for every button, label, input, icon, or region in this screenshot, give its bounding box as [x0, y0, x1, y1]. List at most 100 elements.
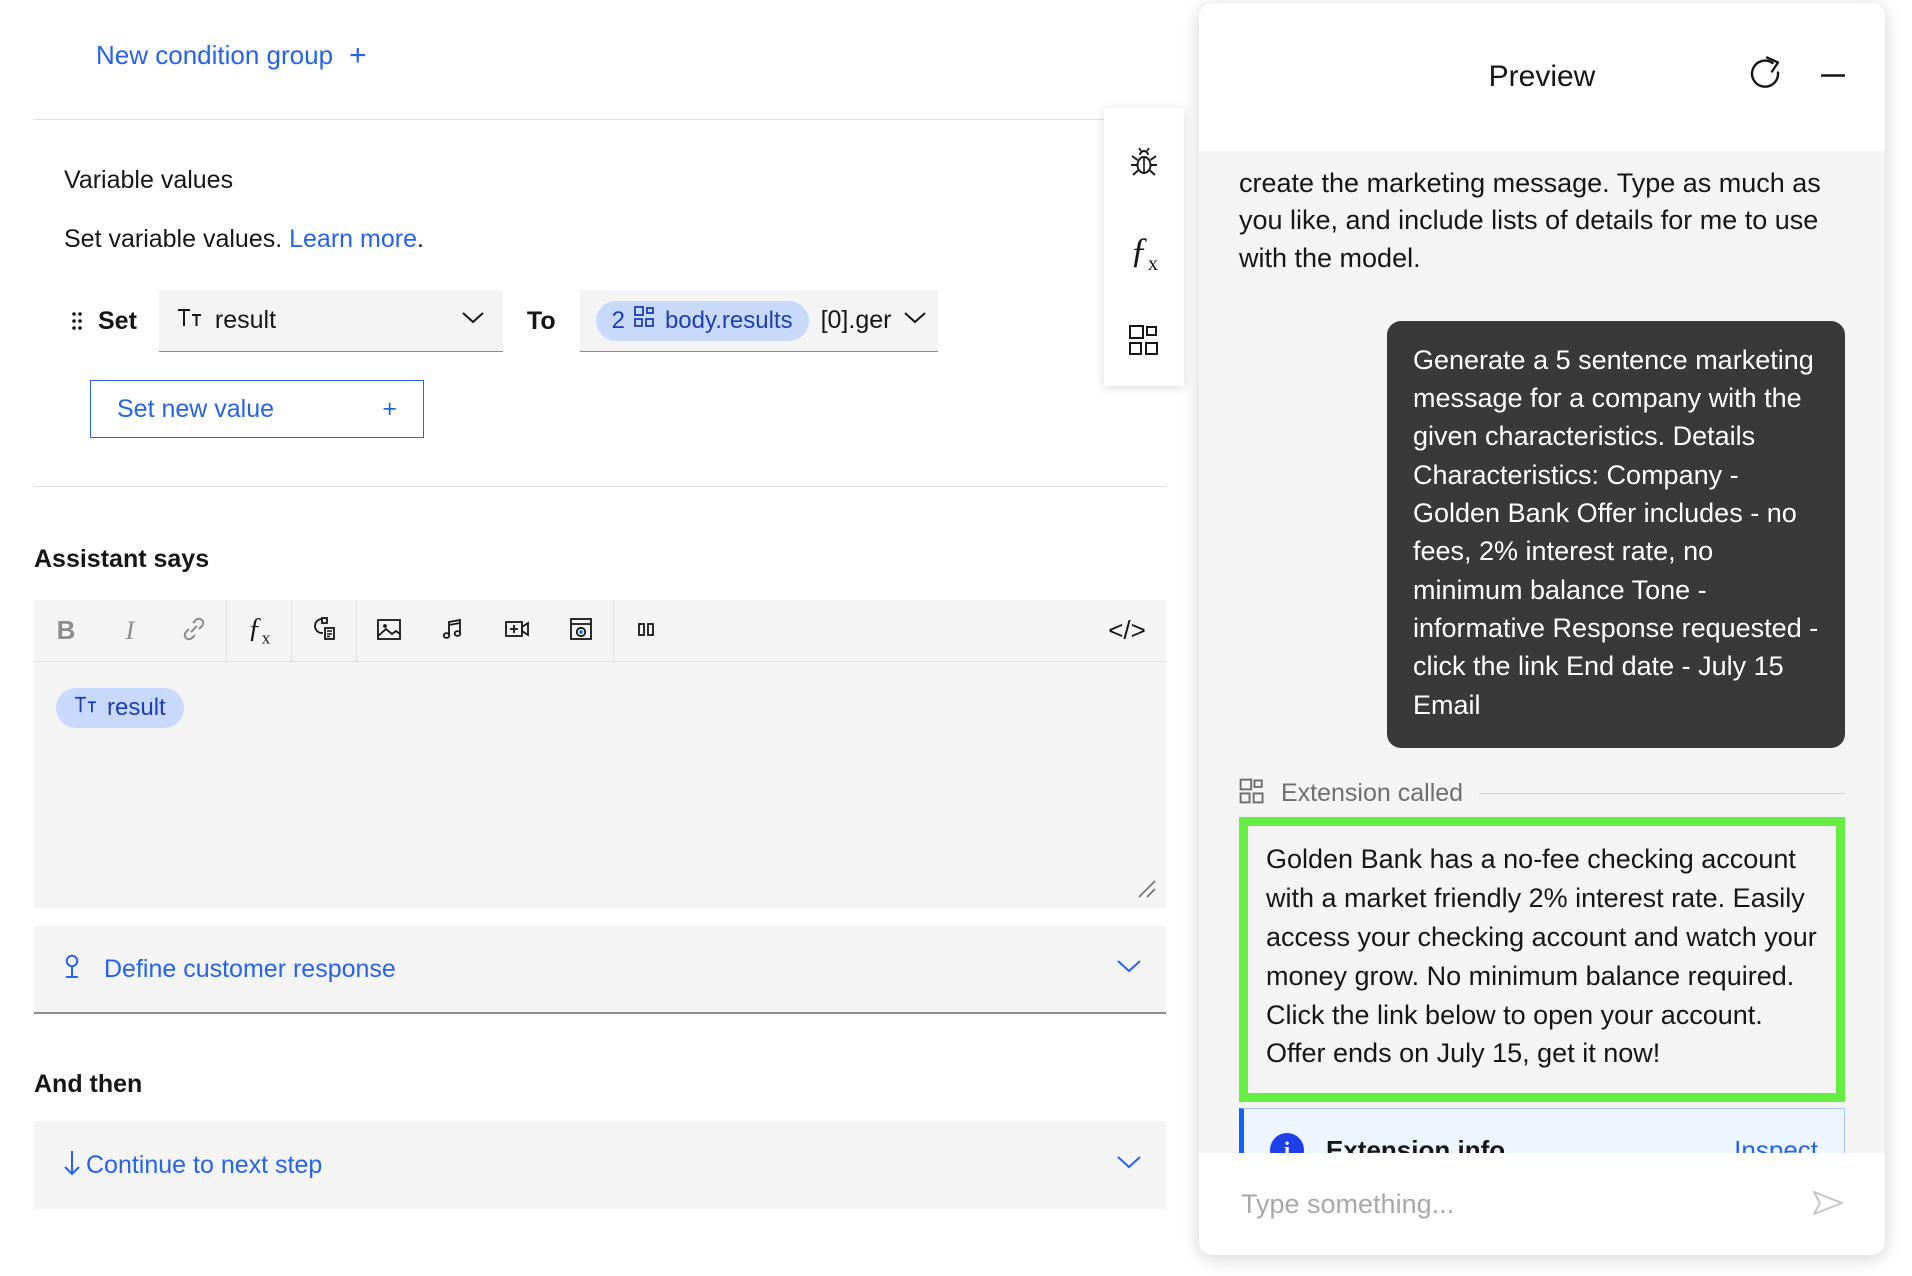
variable-select-value: result [214, 306, 277, 334]
define-customer-response-label: Define customer response [104, 954, 396, 983]
step-editor-pane: New condition group + Variable values Se… [0, 0, 1200, 1276]
assistant-says-section: Assistant says B I ƒx </> result Define … [34, 545, 1166, 1209]
learn-more-link[interactable]: Learn more [289, 225, 417, 253]
pause-button[interactable] [614, 600, 678, 662]
image-icon [375, 615, 403, 646]
variable-value-field[interactable]: 2 body.results [0].ger [579, 290, 938, 352]
video-icon [503, 615, 531, 646]
audio-icon [439, 615, 467, 646]
set-new-value-label: Set new value [117, 394, 275, 423]
period-text: . [416, 225, 424, 253]
value-chevron-down-icon[interactable] [903, 311, 927, 330]
insert-audio-button[interactable] [421, 600, 485, 662]
chevron-down-icon [1116, 1155, 1142, 1175]
continue-next-step-row[interactable]: Continue to next step [34, 1121, 1166, 1209]
insert-video-button[interactable] [485, 600, 549, 662]
fx-icon: ƒx [247, 612, 271, 648]
floating-tool-strip: ƒx [1104, 108, 1184, 386]
extension-called-rule [1479, 793, 1845, 795]
variable-values-desc-text: Set variable values. [64, 225, 290, 253]
debug-tool-button[interactable] [1104, 120, 1184, 209]
extension-info-banner: i Extension info Inspect [1239, 1108, 1845, 1153]
link-button[interactable] [162, 600, 226, 662]
chevron-down-icon [1116, 959, 1142, 979]
variable-values-description: Set variable values. Learn more. [64, 195, 1136, 254]
extension-response-highlight: Golden Bank has a no-fee checking accoun… [1239, 817, 1845, 1103]
extension-called-row: Extension called [1239, 778, 1845, 809]
fx-icon: ƒx [1130, 230, 1158, 276]
user-icon [58, 952, 86, 987]
minimize-preview-button[interactable] [1817, 60, 1849, 95]
bold-icon: B [56, 615, 76, 645]
italic-button[interactable]: I [98, 600, 162, 662]
minimize-icon [1817, 60, 1849, 95]
pause-icon [634, 617, 658, 644]
assistant-says-heading: Assistant says [34, 545, 210, 573]
restart-preview-button[interactable] [1747, 56, 1785, 99]
insert-iframe-button[interactable] [549, 600, 613, 662]
extension-icon [1128, 324, 1160, 359]
plus-icon: + [349, 38, 367, 72]
drag-handle-icon[interactable] [64, 308, 90, 334]
value-pill-count: 2 [611, 306, 625, 334]
extension-info-label: Extension info [1326, 1134, 1506, 1153]
chat-input-row [1199, 1153, 1885, 1255]
text-type-icon [74, 694, 98, 722]
link-icon [180, 615, 208, 646]
code-view-button[interactable]: </> [1088, 600, 1166, 662]
chevron-down-icon [461, 311, 485, 330]
bot-message: create the marketing message. Type as mu… [1239, 168, 1821, 273]
new-condition-group-row: New condition group + [34, 0, 1166, 71]
value-variable-pill[interactable]: 2 body.results [595, 300, 809, 341]
iframe-icon [567, 615, 595, 646]
send-button[interactable] [1811, 1188, 1845, 1221]
info-icon: i [1270, 1133, 1304, 1153]
set-new-value-plus-icon: + [382, 394, 397, 423]
new-condition-group-button[interactable]: New condition group + [96, 40, 367, 71]
variable-values-title: Variable values [64, 166, 234, 194]
rich-text-toolbar: B I ƒx </> [34, 599, 1166, 662]
preview-chat-body: create the marketing message. Type as mu… [1199, 151, 1885, 1153]
expression-tool-button[interactable]: ƒx [1104, 209, 1184, 298]
rich-text-editor: B I ƒx </> result [34, 599, 1166, 908]
divider-mid [34, 486, 1166, 487]
preview-header: Preview [1199, 3, 1885, 151]
chat-input[interactable] [1239, 1187, 1811, 1221]
set-label: Set [98, 306, 137, 335]
value-suffix-text: [0].ger [820, 306, 892, 334]
restart-icon [1747, 56, 1785, 99]
extension-called-label: Extension called [1281, 779, 1464, 808]
continue-next-step-label: Continue to next step [86, 1150, 323, 1179]
extension-icon [1239, 778, 1265, 809]
preview-panel: Preview create the marketing message. Ty… [1199, 3, 1885, 1255]
value-pill-label: body.results [664, 306, 793, 334]
rich-text-content[interactable]: result [34, 662, 1166, 908]
insert-variable-button[interactable] [292, 600, 356, 662]
app-root: New condition group + Variable values Se… [0, 0, 1912, 1276]
set-new-value-button[interactable]: Set new value + [90, 380, 424, 438]
send-icon [1811, 1188, 1845, 1221]
set-variable-row: Set result To 2 body.results [0].ger [64, 290, 1136, 352]
inspect-button[interactable]: Inspect [1734, 1135, 1818, 1153]
variable-icon [310, 615, 338, 646]
define-customer-response-row[interactable]: Define customer response [34, 926, 1166, 1014]
italic-icon: I [125, 615, 135, 645]
to-label: To [526, 306, 556, 335]
new-condition-group-label: New condition group [96, 40, 334, 70]
arrow-down-icon [58, 1148, 86, 1183]
code-icon: </> [1108, 615, 1146, 645]
extension-icon [634, 306, 656, 335]
variable-values-section: Variable values Set variable values. Lea… [34, 120, 1166, 438]
result-variable-pill[interactable]: result [56, 688, 184, 728]
resize-handle[interactable] [1136, 878, 1158, 900]
bold-button[interactable]: B [34, 600, 98, 662]
user-message-bubble: Generate a 5 sentence marketing message … [1387, 320, 1845, 749]
expression-button[interactable]: ƒx [227, 600, 291, 662]
bug-icon [1127, 146, 1161, 183]
text-type-icon [177, 307, 203, 334]
variable-select[interactable]: result [158, 290, 503, 352]
and-then-heading: And then [34, 1070, 143, 1098]
insert-image-button[interactable] [357, 600, 421, 662]
extension-tool-button[interactable] [1104, 297, 1184, 386]
preview-title: Preview [1488, 60, 1596, 93]
